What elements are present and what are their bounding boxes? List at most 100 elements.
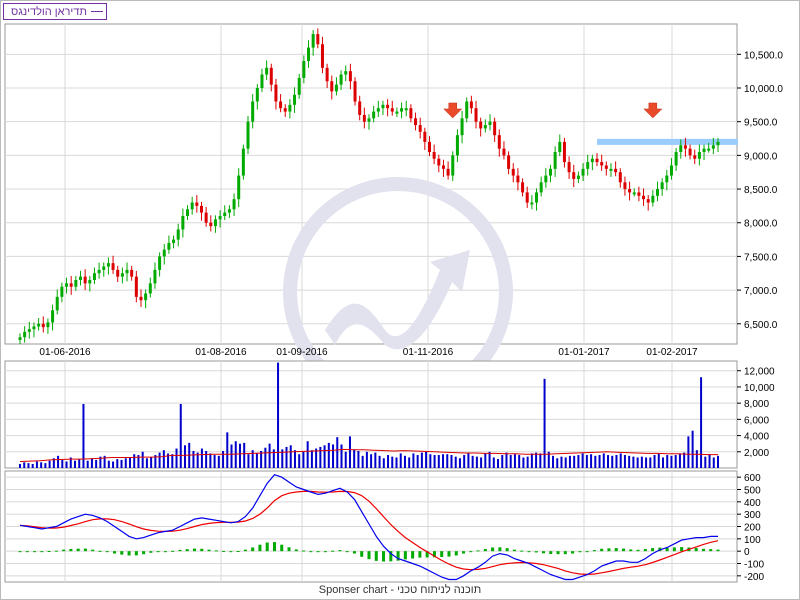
legend-line-icon [91, 11, 103, 12]
macd-histogram-bar [178, 549, 182, 552]
macd-histogram-bar [316, 551, 320, 553]
macd-histogram-bar [512, 549, 516, 552]
candle-body [362, 114, 366, 122]
candle-body [251, 101, 255, 122]
volume-bar [408, 457, 411, 468]
macd-histogram-bar [651, 548, 655, 552]
candle-body [227, 209, 231, 213]
volume-bar [243, 442, 246, 468]
candle-body [572, 172, 576, 179]
candle-body [297, 77, 301, 95]
candle-body [562, 141, 566, 163]
volume-bar [446, 454, 449, 468]
volume-bar [40, 462, 43, 468]
volume-bar [44, 463, 47, 468]
volume-bar [628, 455, 631, 468]
candle-body [32, 326, 36, 330]
candle-body [283, 108, 287, 112]
candle-body [418, 125, 422, 132]
macd-histogram-bar [83, 548, 87, 552]
volume-bar [116, 459, 119, 468]
candle-body [176, 229, 180, 240]
macd-histogram-bar [76, 548, 80, 552]
candle-body [199, 205, 203, 213]
candle-body [716, 141, 720, 146]
candle-body [404, 108, 408, 111]
volume-bar [585, 455, 588, 468]
macd-histogram-bar [40, 551, 44, 553]
candle-body [414, 118, 418, 126]
candle-body [623, 182, 627, 190]
volume-bar [31, 463, 34, 468]
volume-bar [416, 455, 419, 468]
candle-body [632, 192, 636, 195]
candle-body [628, 189, 632, 193]
volume-bar [48, 460, 51, 468]
macd-histogram-bar [149, 551, 153, 553]
volume-bar [222, 450, 225, 468]
candle-body [65, 283, 69, 287]
macd-histogram-bar [134, 551, 138, 556]
macd-histogram-bar [323, 551, 327, 553]
volume-bar [141, 451, 144, 468]
candle-body [586, 162, 590, 169]
volume-bar [336, 437, 339, 468]
candle-body [293, 94, 297, 105]
volume-bar [82, 403, 85, 468]
candle-body [153, 269, 157, 284]
volume-bar [209, 453, 212, 468]
candle-body [55, 296, 59, 311]
macd-histogram-bar [542, 551, 545, 554]
volume-bar [323, 445, 326, 468]
macd-tick-label: 100 [744, 535, 761, 546]
candle-body [255, 88, 259, 102]
macd-histogram-bar [527, 551, 531, 553]
macd-histogram-bar [643, 549, 647, 552]
macd-histogram-bar [62, 549, 66, 552]
macd-histogram-bar [680, 547, 684, 552]
macd-histogram-bar [113, 551, 117, 554]
volume-bar [86, 460, 89, 468]
candle-body [697, 152, 701, 159]
candle-body [386, 104, 390, 109]
candle-body [167, 242, 171, 250]
macd-histogram-bar [701, 548, 705, 552]
candle-body [390, 108, 394, 112]
volume-bar [133, 454, 136, 468]
macd-histogram-bar [418, 551, 422, 558]
volume-bar [175, 448, 178, 468]
macd-histogram-bar [142, 551, 146, 555]
macd-histogram-bar [222, 550, 226, 552]
volume-bar [289, 445, 292, 468]
price-panel: 6,500.0 7,000.0 7,500.0 8,000.0 8,500.0 9,000… [4, 23, 783, 407]
macd-histogram-bar [171, 550, 175, 552]
volume-bar [107, 460, 110, 468]
macd-histogram-bar [709, 549, 713, 552]
macd-histogram-bar [462, 551, 466, 554]
volume-bar [513, 454, 516, 468]
volume-bar [23, 462, 26, 468]
volume-bar [497, 459, 500, 468]
macd-histogram-bar [556, 551, 560, 555]
volume-bar [463, 455, 466, 468]
candle-body [246, 121, 250, 149]
volume-bar [505, 452, 508, 468]
price-tick-label: 8,500.0 [744, 185, 778, 196]
candle-body [483, 125, 487, 129]
volume-bar [619, 453, 622, 468]
volume-bar [158, 452, 161, 468]
candle-body [688, 148, 692, 156]
candle-body [432, 152, 436, 159]
volume-panel: 2,000 4,000 6,000 8,000 10,000 12,000 [4, 360, 775, 469]
candle-body [558, 141, 562, 152]
macd-histogram-bar [258, 544, 262, 552]
candle-body [158, 256, 162, 270]
candle-body [279, 101, 283, 109]
candle-body [516, 175, 520, 183]
footer-caption: Sponser chart - תוכנה לניתוח טכני [318, 584, 482, 596]
volume-bar [420, 452, 423, 468]
candle-body [348, 71, 352, 82]
candle-body [642, 195, 646, 200]
volume-bar [522, 457, 525, 468]
candle-body [521, 182, 525, 193]
